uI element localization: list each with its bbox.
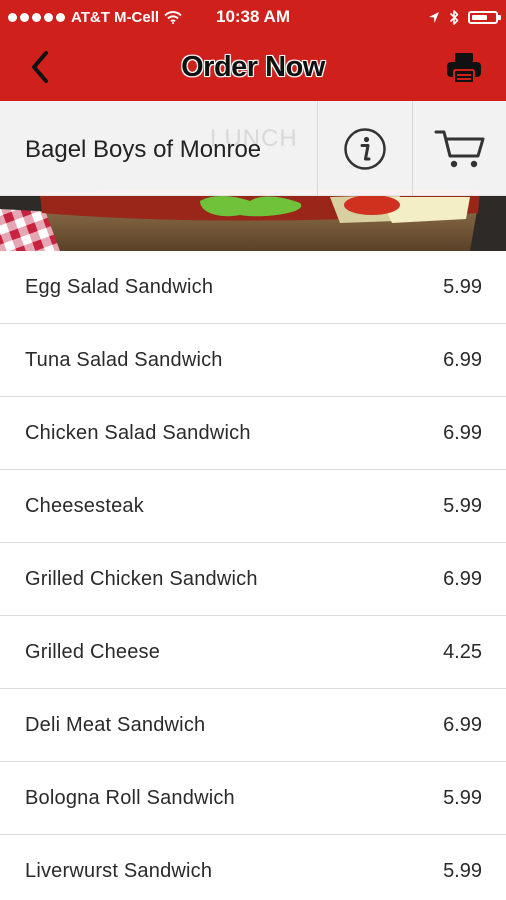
chevron-left-icon xyxy=(32,51,48,83)
menu-item-name: Grilled Chicken Sandwich xyxy=(25,567,258,590)
menu-item-name: Chicken Salad Sandwich xyxy=(25,421,251,444)
menu-item-price: 5.99 xyxy=(443,859,482,882)
menu-item-name: Liverwurst Sandwich xyxy=(25,859,213,882)
print-button[interactable] xyxy=(444,48,484,88)
menu-item-name: Bologna Roll Sandwich xyxy=(25,786,235,809)
menu-item[interactable]: Grilled Cheese 4.25 xyxy=(0,616,506,689)
nav-bar: Order Now xyxy=(0,34,506,101)
menu-item-name: Deli Meat Sandwich xyxy=(25,713,206,736)
menu-item-price: 5.99 xyxy=(443,275,482,298)
menu-item[interactable]: Tuna Salad Sandwich 6.99 xyxy=(0,324,506,397)
restaurant-header: LUNCH Bagel Boys of Monroe xyxy=(0,101,506,251)
back-button[interactable] xyxy=(22,49,58,85)
shopping-cart-icon xyxy=(434,130,484,167)
restaurant-info-panel: LUNCH Bagel Boys of Monroe xyxy=(0,101,506,196)
menu-item-price: 6.99 xyxy=(443,421,482,444)
battery-icon xyxy=(468,10,501,24)
menu-item[interactable]: Cheesesteak 5.99 xyxy=(0,470,506,543)
info-button[interactable] xyxy=(317,101,412,196)
menu-item-name: Grilled Cheese xyxy=(25,640,161,663)
menu-item-name: Tuna Salad Sandwich xyxy=(25,348,223,371)
menu-item-price: 4.25 xyxy=(443,640,482,663)
menu-item[interactable]: Grilled Chicken Sandwich 6.99 xyxy=(0,543,506,616)
page-title: Order Now xyxy=(181,51,325,83)
menu-item-price: 5.99 xyxy=(443,494,482,517)
status-bar: AT&T M-Cell 10:38 AM xyxy=(0,0,506,34)
menu-item[interactable]: Egg Salad Sandwich 5.99 xyxy=(0,251,506,324)
restaurant-name: Bagel Boys of Monroe xyxy=(25,136,262,163)
menu-item-price: 6.99 xyxy=(443,348,482,371)
bluetooth-icon xyxy=(449,9,459,25)
cart-button[interactable] xyxy=(412,101,506,196)
menu-item-price: 6.99 xyxy=(443,567,482,590)
printer-icon xyxy=(447,53,481,84)
menu-item[interactable]: Liverwurst Sandwich 5.99 xyxy=(0,835,506,900)
menu-item-price: 5.99 xyxy=(443,786,482,809)
menu-item[interactable]: Chicken Salad Sandwich 6.99 xyxy=(0,397,506,470)
menu-item[interactable]: Bologna Roll Sandwich 5.99 xyxy=(0,762,506,835)
menu-item[interactable]: Deli Meat Sandwich 6.99 xyxy=(0,689,506,762)
menu-list: Egg Salad Sandwich 5.99 Tuna Salad Sandw… xyxy=(0,251,506,900)
location-arrow-icon xyxy=(429,11,439,23)
menu-item-name: Egg Salad Sandwich xyxy=(25,275,214,298)
menu-item-name: Cheesesteak xyxy=(25,494,144,517)
info-circle-icon xyxy=(344,127,386,170)
menu-item-price: 6.99 xyxy=(443,713,482,736)
status-right xyxy=(428,0,501,34)
